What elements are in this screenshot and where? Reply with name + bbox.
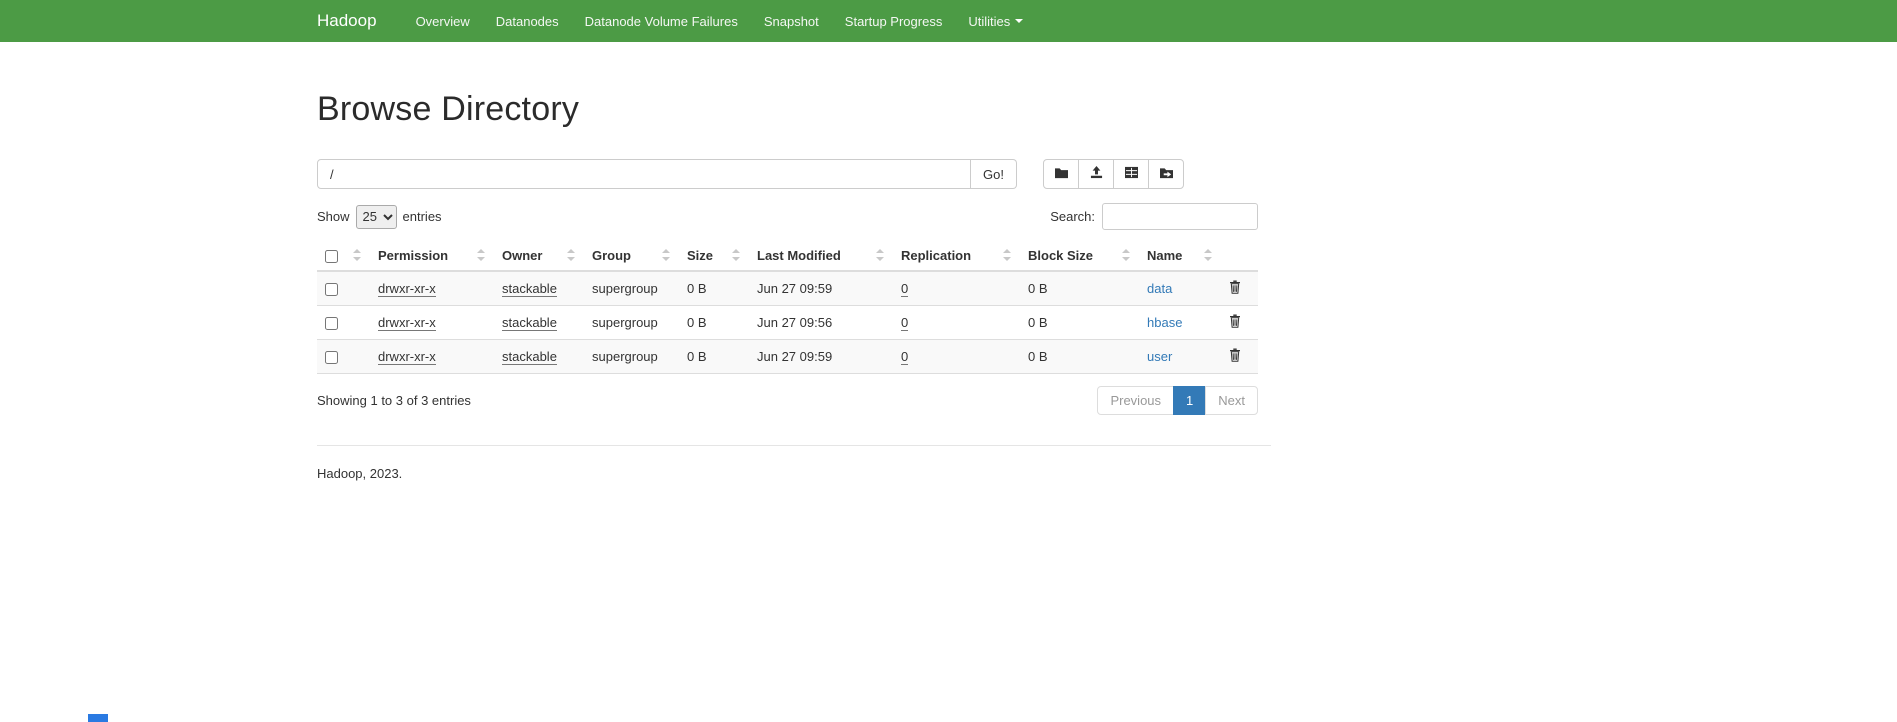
- replication-value[interactable]: 0: [901, 349, 908, 365]
- owner-value[interactable]: stackable: [502, 281, 557, 297]
- group-value: supergroup: [592, 281, 658, 296]
- header-name[interactable]: Name: [1139, 242, 1221, 271]
- nav-overview[interactable]: Overview: [403, 0, 483, 42]
- paste-button[interactable]: [1148, 159, 1184, 189]
- entries-summary: Showing 1 to 3 of 3 entries: [317, 393, 471, 408]
- table-controls: Show 25 entries Search:: [317, 203, 1258, 230]
- row-checkbox[interactable]: [325, 351, 338, 364]
- header-select-all[interactable]: [317, 242, 370, 271]
- permission-value[interactable]: drwxr-xr-x: [378, 315, 436, 331]
- table-row: drwxr-xr-x stackable supergroup 0 B Jun …: [317, 340, 1258, 374]
- footer-divider: [317, 445, 1271, 446]
- header-block-size[interactable]: Block Size: [1020, 242, 1139, 271]
- replication-value[interactable]: 0: [901, 281, 908, 297]
- folder-move-icon: [1159, 166, 1174, 182]
- page-size-select[interactable]: 25: [356, 205, 397, 229]
- create-directory-button[interactable]: [1043, 159, 1079, 189]
- owner-value[interactable]: stackable: [502, 349, 557, 365]
- sort-arrows-icon: [1203, 248, 1213, 262]
- owner-value[interactable]: stackable: [502, 315, 557, 331]
- chevron-down-icon: [1015, 19, 1023, 23]
- brand-hadoop[interactable]: Hadoop: [317, 11, 377, 31]
- upload-file-button[interactable]: [1078, 159, 1114, 189]
- directory-link[interactable]: user: [1147, 349, 1172, 364]
- last-modified-value: Jun 27 09:59: [749, 271, 893, 306]
- sort-arrows-icon: [476, 248, 486, 262]
- search-input[interactable]: [1102, 203, 1258, 230]
- grid-icon: [1124, 166, 1139, 182]
- delete-button[interactable]: [1229, 348, 1241, 362]
- go-button[interactable]: Go!: [971, 159, 1017, 189]
- pagination: Previous 1 Next: [1097, 386, 1258, 415]
- permission-value[interactable]: drwxr-xr-x: [378, 349, 436, 365]
- nav-datanode-volume-failures[interactable]: Datanode Volume Failures: [572, 0, 751, 42]
- size-value: 0 B: [679, 306, 749, 340]
- sort-arrows-icon: [1121, 248, 1131, 262]
- nav-links: Overview Datanodes Datanode Volume Failu…: [403, 0, 1037, 42]
- size-value: 0 B: [679, 340, 749, 374]
- trash-icon: [1229, 350, 1241, 365]
- directory-link[interactable]: data: [1147, 281, 1172, 296]
- folder-icon: [1054, 166, 1069, 182]
- blue-indicator-strip: [88, 714, 108, 722]
- pagination-page-1[interactable]: 1: [1173, 386, 1206, 415]
- show-label: Show: [317, 209, 350, 224]
- nav-utilities-label: Utilities: [968, 14, 1010, 29]
- replication-value[interactable]: 0: [901, 315, 908, 331]
- nav-datanodes[interactable]: Datanodes: [483, 0, 572, 42]
- delete-button[interactable]: [1229, 314, 1241, 328]
- nav-utilities-dropdown[interactable]: Utilities: [955, 0, 1036, 42]
- nav-startup-progress[interactable]: Startup Progress: [832, 0, 956, 42]
- sort-arrows-icon: [1002, 248, 1012, 262]
- block-size-value: 0 B: [1020, 340, 1139, 374]
- footer-text: Hadoop, 2023.: [317, 466, 1258, 481]
- top-navbar: Hadoop Overview Datanodes Datanode Volum…: [0, 0, 1897, 42]
- sort-arrows-icon: [875, 248, 885, 262]
- page-title: Browse Directory: [317, 90, 1258, 129]
- sort-arrows-icon: [731, 248, 741, 262]
- table-row: drwxr-xr-x stackable supergroup 0 B Jun …: [317, 271, 1258, 306]
- header-actions: [1221, 242, 1258, 271]
- permission-value[interactable]: drwxr-xr-x: [378, 281, 436, 297]
- table-header-row: Permission Owner Group Size Last Modifie…: [317, 242, 1258, 271]
- search-label: Search:: [1050, 209, 1095, 224]
- directory-table: Permission Owner Group Size Last Modifie…: [317, 242, 1258, 374]
- header-last-modified[interactable]: Last Modified: [749, 242, 893, 271]
- header-group[interactable]: Group: [584, 242, 679, 271]
- header-owner[interactable]: Owner: [494, 242, 584, 271]
- header-permission[interactable]: Permission: [370, 242, 494, 271]
- row-checkbox[interactable]: [325, 283, 338, 296]
- entries-label: entries: [403, 209, 442, 224]
- sort-arrows-icon: [661, 248, 671, 262]
- size-value: 0 B: [679, 271, 749, 306]
- nav-snapshot[interactable]: Snapshot: [751, 0, 832, 42]
- row-checkbox[interactable]: [325, 317, 338, 330]
- trash-icon: [1229, 316, 1241, 331]
- directory-link[interactable]: hbase: [1147, 315, 1182, 330]
- trash-icon: [1229, 282, 1241, 297]
- group-value: supergroup: [592, 349, 658, 364]
- table-row: drwxr-xr-x stackable supergroup 0 B Jun …: [317, 306, 1258, 340]
- block-size-value: 0 B: [1020, 306, 1139, 340]
- header-replication[interactable]: Replication: [893, 242, 1020, 271]
- path-bar: Go!: [317, 159, 1258, 189]
- pagination-next[interactable]: Next: [1205, 386, 1258, 415]
- sort-arrows-icon: [352, 248, 362, 262]
- cut-button[interactable]: [1113, 159, 1149, 189]
- upload-icon: [1089, 166, 1104, 182]
- last-modified-value: Jun 27 09:59: [749, 340, 893, 374]
- block-size-value: 0 B: [1020, 271, 1139, 306]
- sort-arrows-icon: [566, 248, 576, 262]
- select-all-checkbox[interactable]: [325, 250, 338, 263]
- delete-button[interactable]: [1229, 280, 1241, 294]
- header-size[interactable]: Size: [679, 242, 749, 271]
- pagination-previous[interactable]: Previous: [1097, 386, 1174, 415]
- file-action-buttons: [1043, 159, 1184, 189]
- group-value: supergroup: [592, 315, 658, 330]
- directory-path-input[interactable]: [317, 159, 971, 189]
- last-modified-value: Jun 27 09:56: [749, 306, 893, 340]
